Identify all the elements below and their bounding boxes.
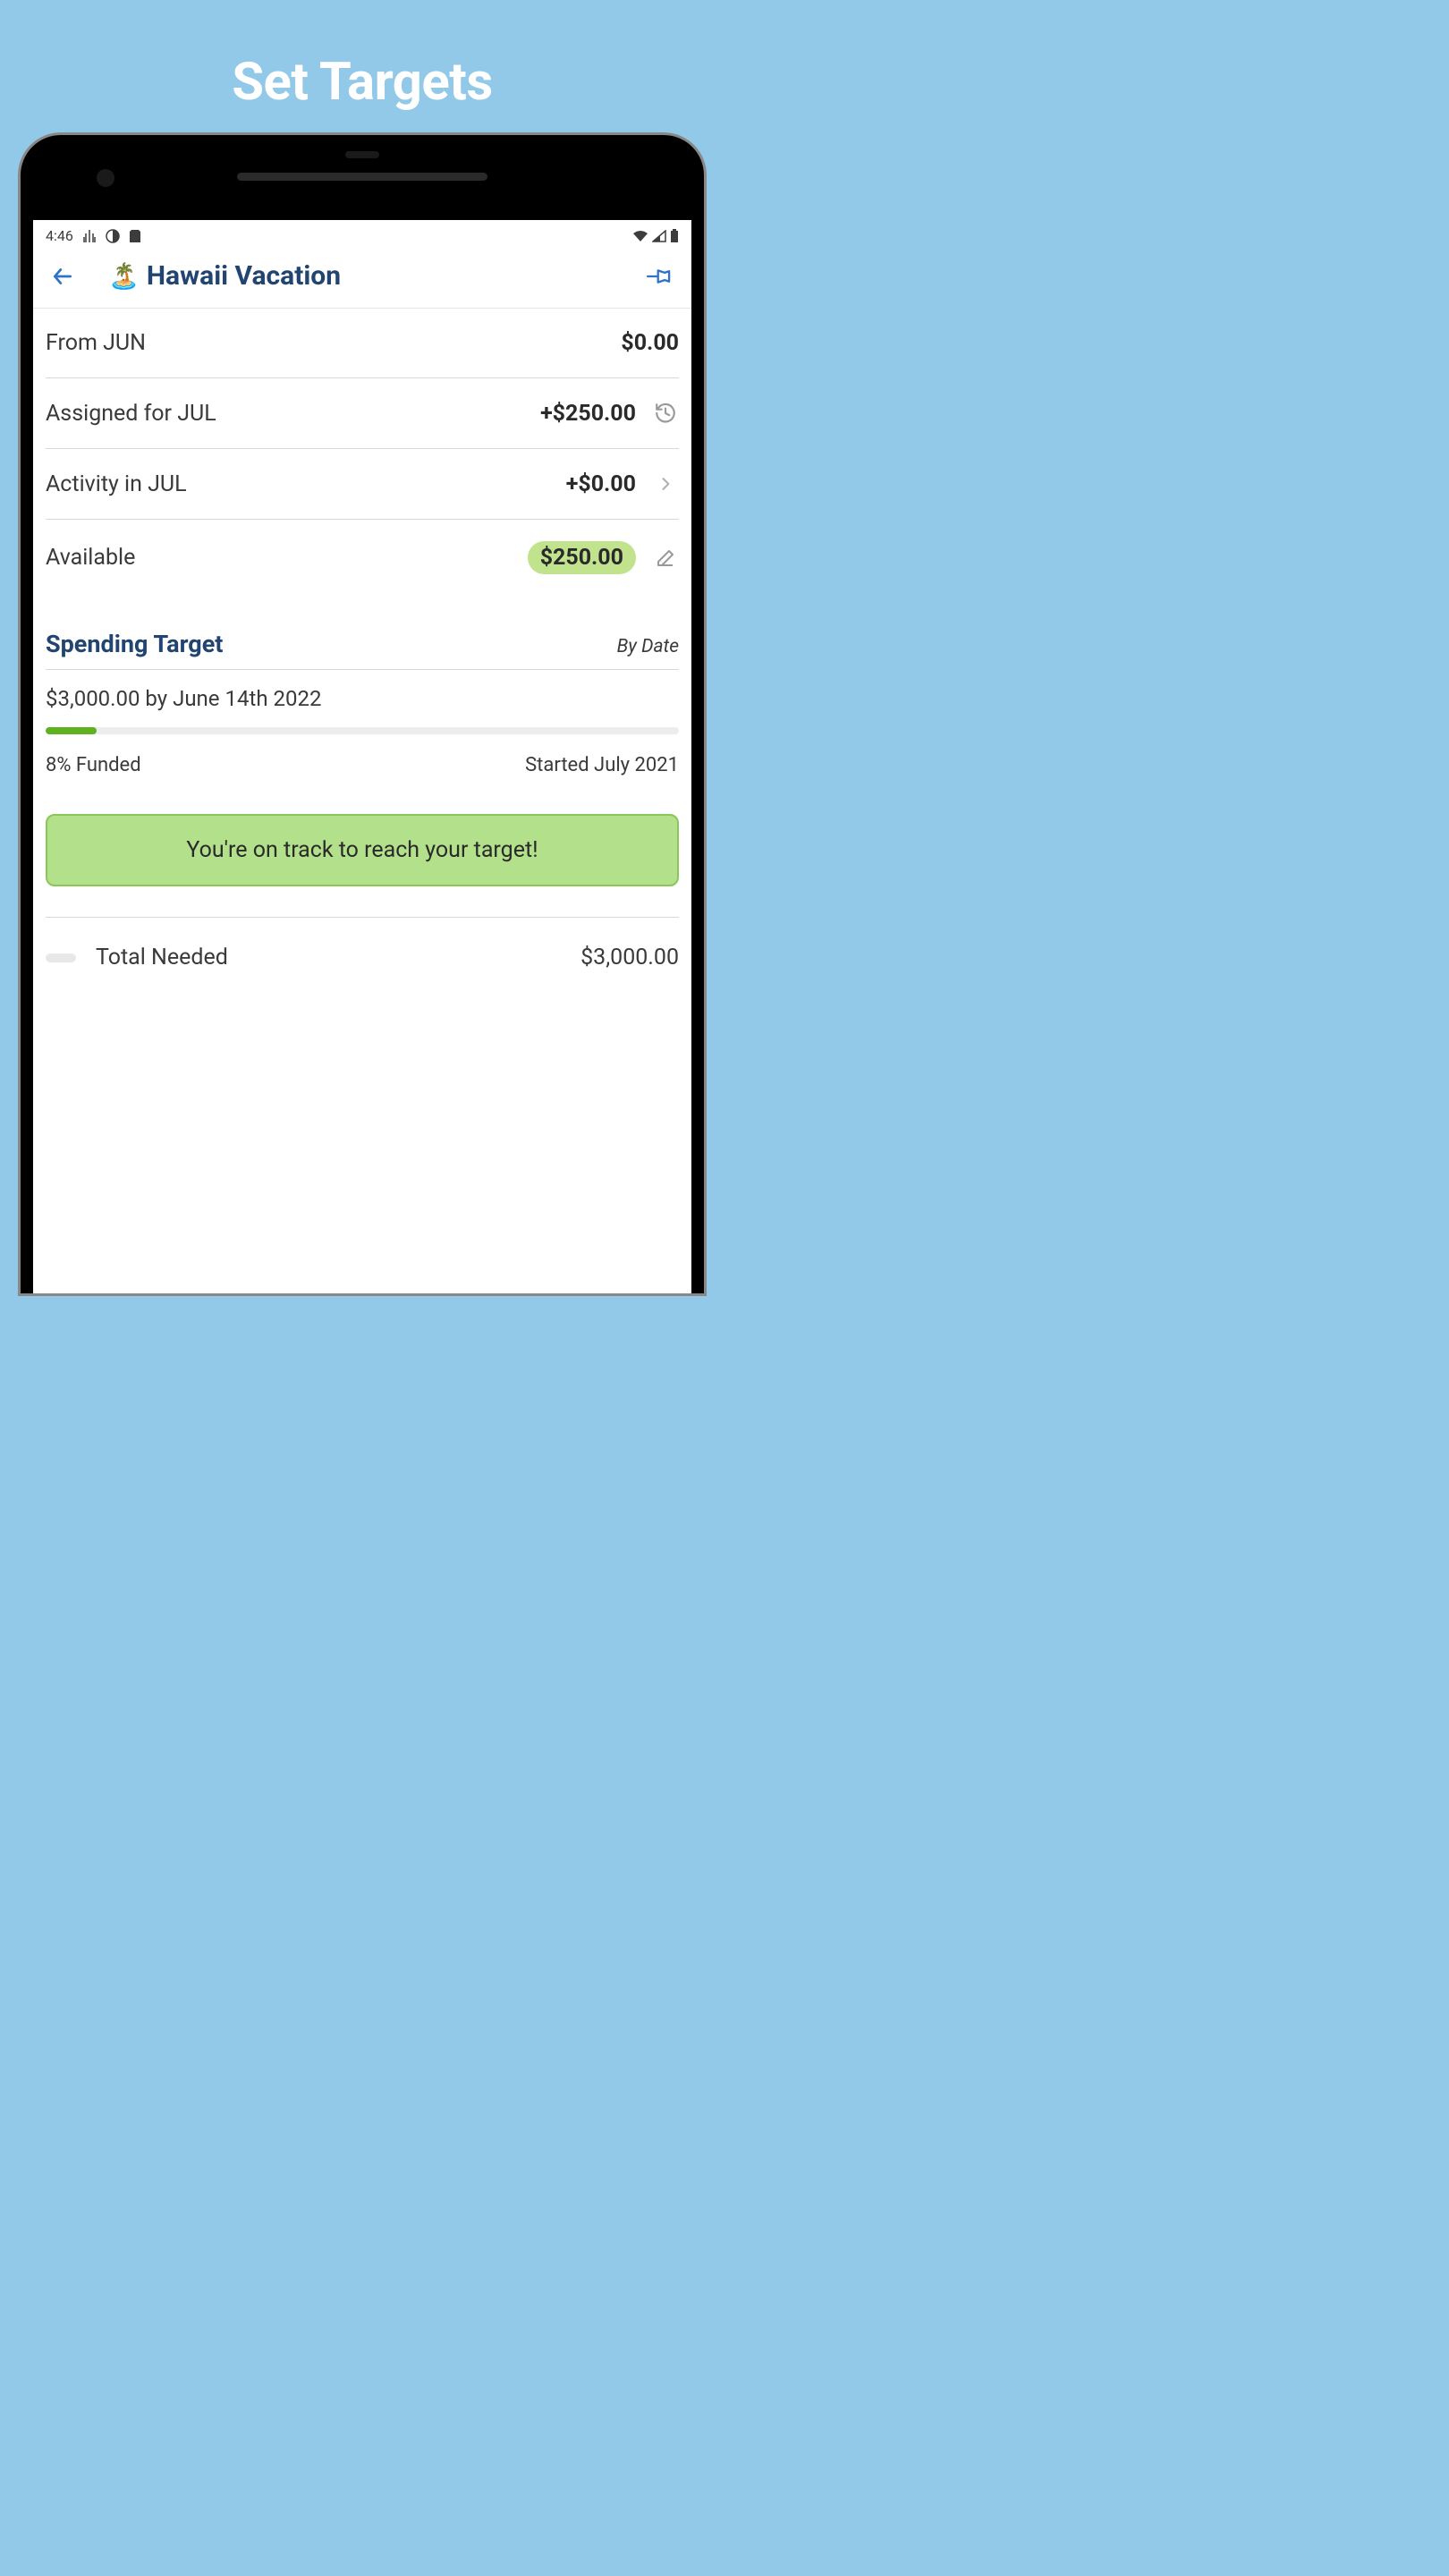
total-needed-row: Total Needed $3,000.00 — [46, 939, 679, 976]
progress-bar — [46, 727, 679, 734]
status-contrast-icon — [106, 229, 120, 243]
total-label: Total Needed — [96, 945, 580, 970]
summary-row-assigned[interactable]: Assigned for JUL +$250.00 — [46, 378, 679, 449]
spending-target-section: Spending Target By Date $3,000.00 by Jun… — [33, 596, 691, 886]
divider — [46, 917, 679, 918]
page-title-text: Hawaii Vacation — [147, 260, 341, 292]
app-screen: 4:46 — [33, 220, 691, 1293]
phone-camera — [97, 169, 114, 187]
summary-row-activity[interactable]: Activity in JUL +$0.00 — [46, 449, 679, 520]
pin-button[interactable] — [643, 258, 679, 294]
row-value: +$0.00 — [566, 471, 636, 497]
on-track-banner: You're on track to reach your target! — [46, 814, 679, 886]
row-label: Assigned for JUL — [46, 401, 540, 427]
started-date-text: Started July 2021 — [525, 754, 679, 776]
progress-fill — [46, 727, 97, 734]
chevron-right-icon — [652, 470, 679, 497]
row-label: From JUN — [46, 330, 621, 356]
progress-meta: 8% Funded Started July 2021 — [46, 734, 679, 776]
target-goal-text: $3,000.00 by June 14th 2022 — [46, 670, 679, 711]
phone-speaker — [237, 173, 487, 181]
status-app-icon — [82, 229, 97, 243]
target-header: Spending Target By Date — [46, 630, 679, 670]
phone-frame: 4:46 — [18, 132, 707, 1296]
available-pill: $250.00 — [528, 541, 636, 574]
status-sd-icon — [129, 229, 141, 243]
phone-notch-dot — [345, 151, 379, 158]
total-swatch — [46, 953, 76, 962]
back-button[interactable] — [51, 265, 74, 288]
target-by-date-label: By Date — [617, 636, 679, 657]
battery-icon — [670, 229, 679, 243]
total-value: $3,000.00 — [580, 945, 679, 970]
app-header: 🏝️ Hawaii Vacation — [33, 248, 691, 309]
funded-percent-text: 8% Funded — [46, 754, 141, 776]
history-icon[interactable] — [652, 400, 679, 427]
marketing-title: Set Targets — [0, 0, 724, 113]
row-label: Activity in JUL — [46, 471, 566, 497]
summary-section: From JUN $0.00 Assigned for JUL +$250.00… — [33, 309, 691, 596]
island-emoji-icon: 🏝️ — [108, 261, 140, 291]
summary-row-available: Available $250.00 — [46, 520, 679, 596]
wifi-icon — [632, 230, 648, 242]
row-value: $0.00 — [621, 330, 679, 356]
status-bar: 4:46 — [33, 220, 691, 248]
row-value: +$250.00 — [540, 401, 636, 427]
target-title: Spending Target — [46, 630, 223, 658]
edit-icon[interactable] — [652, 545, 679, 572]
page-title: 🏝️ Hawaii Vacation — [108, 260, 648, 292]
summary-row-from: From JUN $0.00 — [46, 309, 679, 378]
totals-section: Total Needed $3,000.00 — [33, 886, 691, 976]
signal-icon — [652, 230, 666, 242]
row-label: Available — [46, 545, 528, 571]
status-time: 4:46 — [46, 227, 73, 244]
